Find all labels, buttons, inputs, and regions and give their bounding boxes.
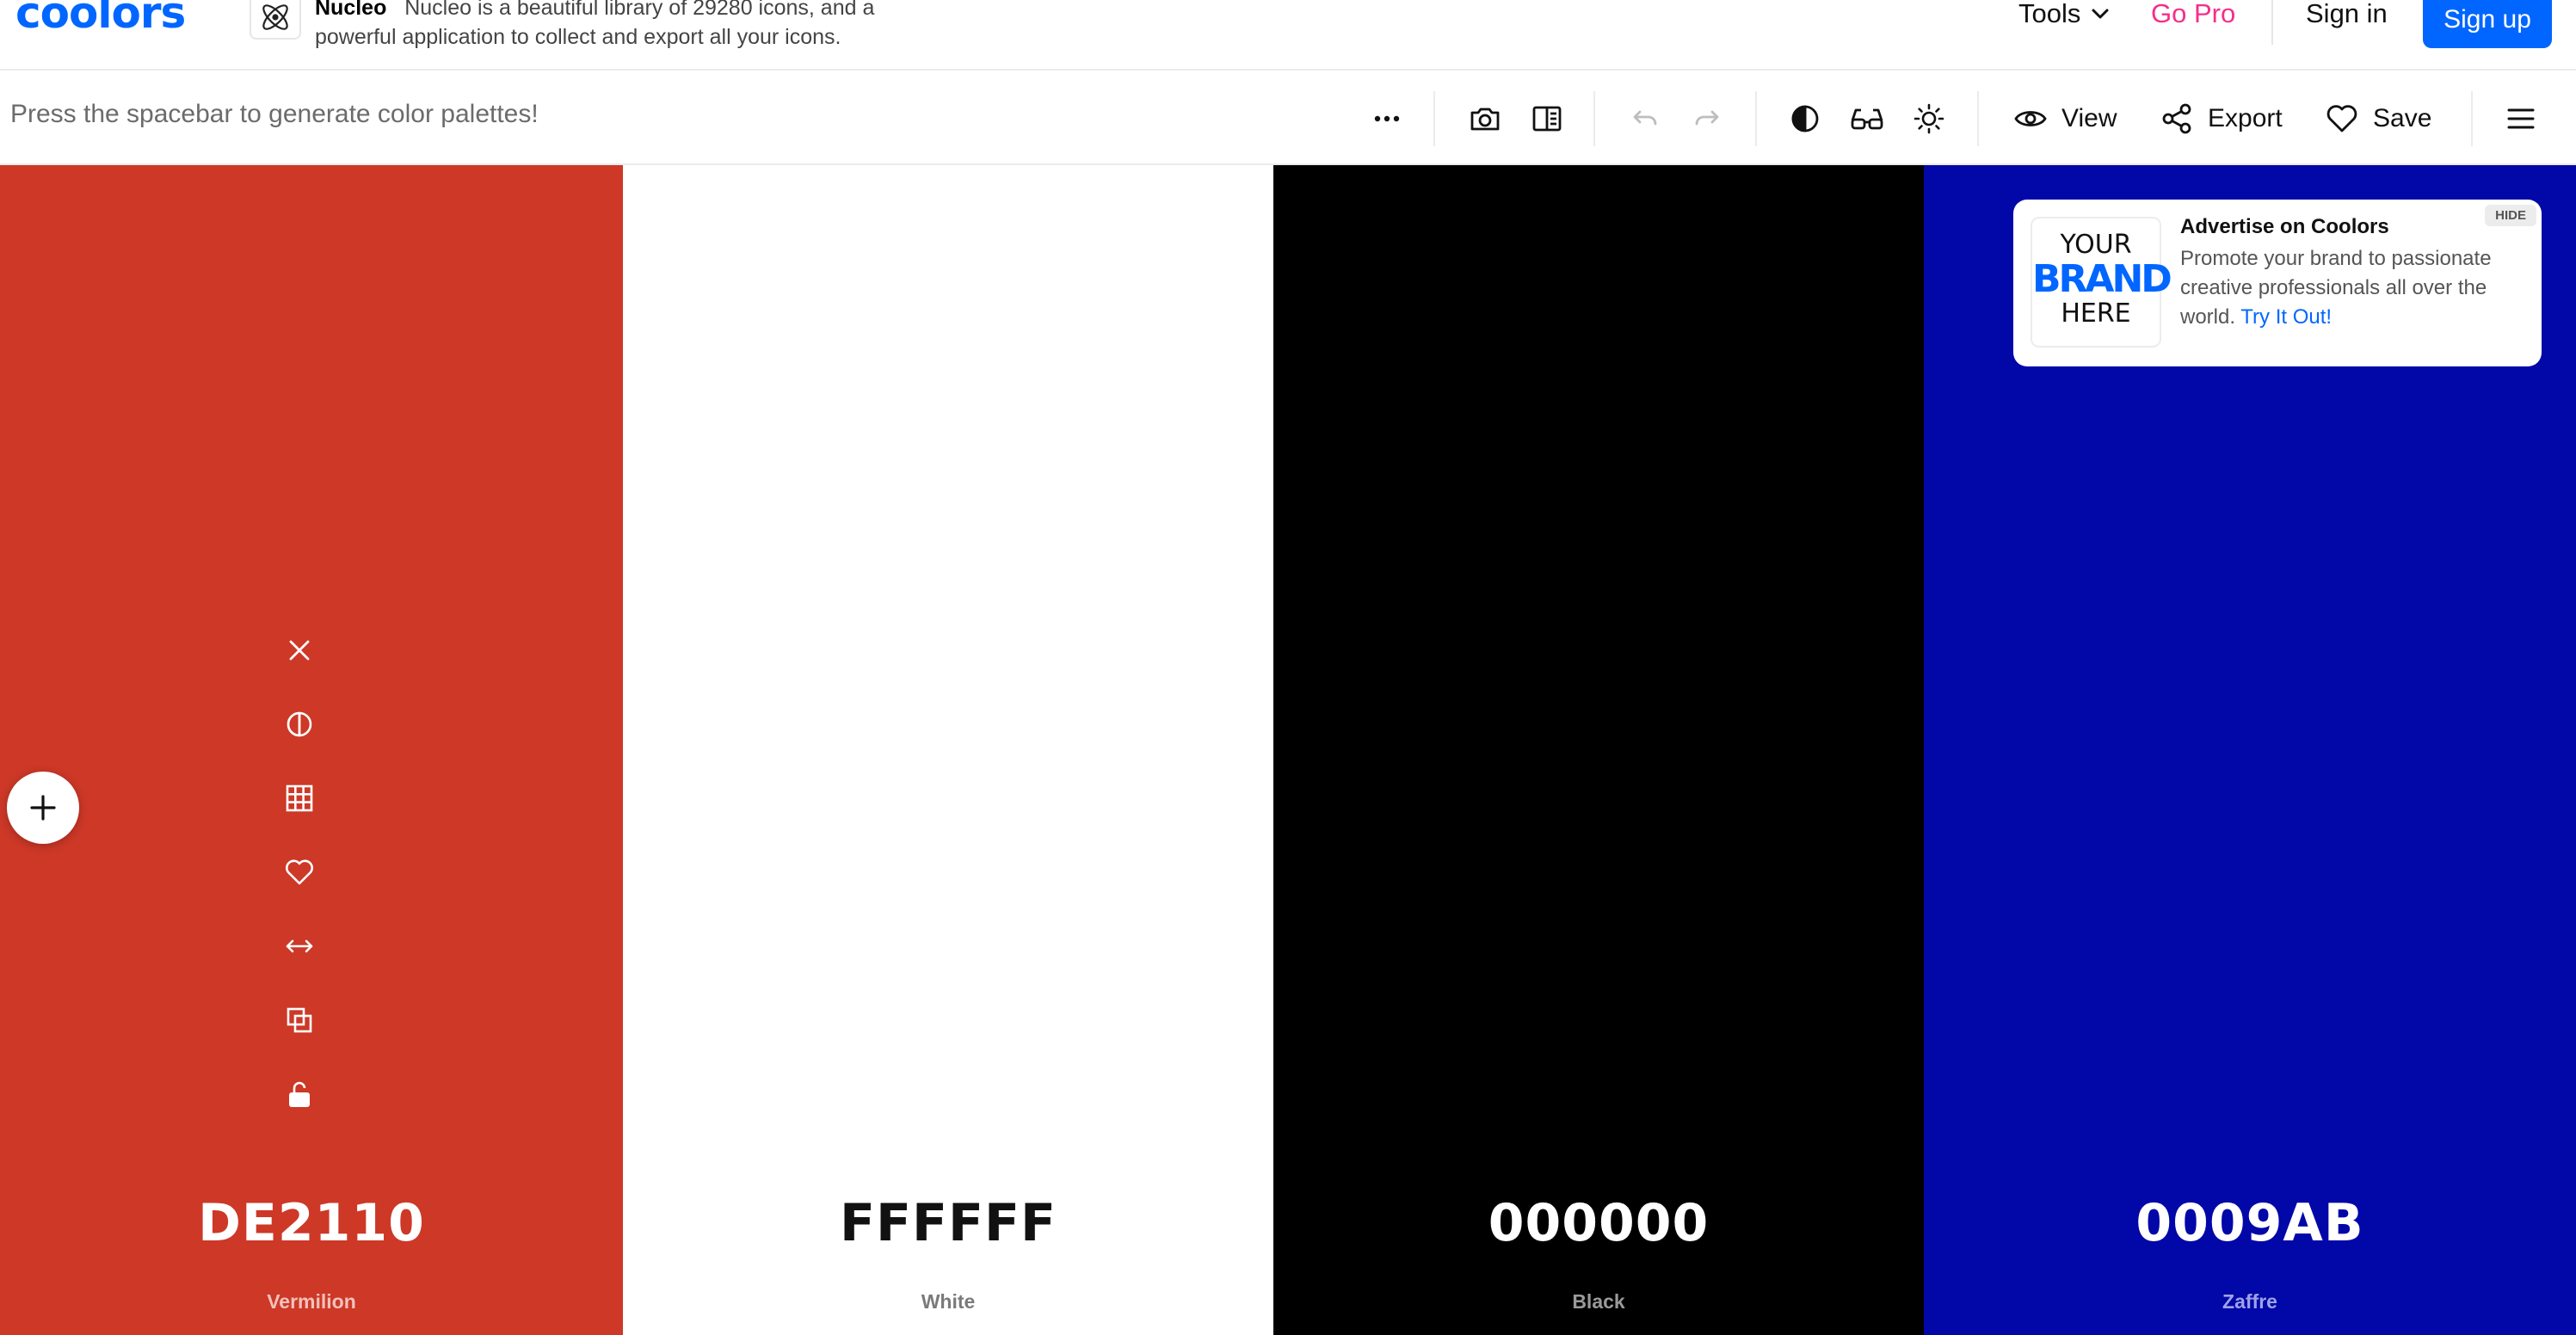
color-name[interactable]: White (623, 1290, 1273, 1313)
view-label: View (2061, 104, 2117, 132)
sign-up-button[interactable]: Sign up (2423, 0, 2552, 48)
your-brand-here-logo: YOUR BRAND HERE (2031, 217, 2172, 348)
toolbar-divider (1433, 91, 1435, 146)
sponsor-text[interactable]: Nucleo Nucleo is a beautiful library of … (315, 0, 934, 52)
hide-ad-button[interactable]: HIDE (2485, 205, 2536, 226)
ad-body: Promote your brand to passionate creativ… (2180, 244, 2524, 332)
toolbar-divider (1755, 91, 1757, 146)
color-swatch-2[interactable]: FFFFFF White (623, 165, 1273, 1335)
toolbar-divider (1977, 91, 1979, 146)
undo-icon[interactable] (1624, 98, 1666, 139)
sun-icon[interactable] (1908, 98, 1950, 139)
view-button[interactable]: View (2013, 96, 2117, 141)
hamburger-menu-icon[interactable] (2500, 98, 2542, 139)
sponsor-line-2: powerful application to collect and expo… (315, 25, 841, 49)
toolbar: Press the spacebar to generate color pal… (0, 72, 2576, 165)
top-nav: coolors Nucleo Nucleo is a beautiful lib… (0, 0, 2576, 71)
chevron-down-icon (2092, 9, 2109, 19)
toolbar-divider (2471, 91, 2473, 146)
color-name[interactable]: Black (1273, 1290, 1924, 1313)
eye-icon (2014, 111, 2047, 126)
tools-label: Tools (2018, 0, 2081, 28)
go-pro-link[interactable]: Go Pro (2151, 0, 2235, 29)
add-color-button[interactable] (7, 772, 79, 844)
remove-color-icon[interactable] (279, 630, 320, 671)
tools-menu[interactable]: Tools (2018, 0, 2111, 29)
brand-logo-line-1: YOUR (2060, 230, 2132, 260)
grid-icon[interactable] (279, 778, 320, 819)
advertise-card[interactable]: YOUR BRAND HERE Advertise on Coolors Pro… (2013, 200, 2542, 366)
color-swatch-3[interactable]: 000000 Black (1273, 165, 1924, 1335)
unlock-icon[interactable] (279, 1074, 320, 1115)
brand-logo-line-3: HERE (2061, 298, 2131, 329)
redo-icon[interactable] (1686, 98, 1728, 139)
drag-arrows-icon[interactable] (279, 926, 320, 967)
hex-code[interactable]: 000000 (1273, 1193, 1924, 1253)
nav-divider (2271, 0, 2273, 45)
heart-icon (2326, 105, 2357, 132)
hex-code[interactable]: FFFFFF (623, 1193, 1273, 1253)
spacebar-hint: Press the spacebar to generate color pal… (10, 100, 539, 128)
ad-body-text: Promote your brand to passionate creativ… (2180, 247, 2492, 329)
camera-icon[interactable] (1464, 98, 1506, 139)
glasses-icon[interactable] (1846, 98, 1888, 139)
save-label: Save (2373, 104, 2432, 132)
try-it-out-link[interactable]: Try It Out! (2240, 305, 2332, 329)
contrast-icon[interactable] (1784, 98, 1826, 139)
shades-icon[interactable] (279, 704, 320, 745)
color-name[interactable]: Vermilion (0, 1290, 623, 1313)
sign-in-link[interactable]: Sign in (2306, 0, 2388, 29)
export-label: Export (2208, 104, 2283, 132)
favorite-heart-icon[interactable] (279, 852, 320, 893)
sponsor-title: Nucleo (315, 0, 387, 20)
more-options-icon[interactable] (1366, 98, 1408, 139)
share-icon (2162, 103, 2191, 134)
quick-view-icon[interactable] (1526, 98, 1568, 139)
copy-icon[interactable] (279, 1000, 320, 1041)
sponsor-line-1: Nucleo is a beautiful library of 29280 i… (404, 0, 875, 20)
toolbar-divider (1593, 91, 1595, 146)
color-swatch-1[interactable]: DE2110 Vermilion (0, 165, 623, 1335)
export-button[interactable]: Export (2160, 96, 2283, 141)
nucleo-atom-icon[interactable] (250, 0, 301, 40)
color-name[interactable]: Zaffre (1924, 1290, 2576, 1313)
save-button[interactable]: Save (2325, 96, 2431, 141)
hex-code[interactable]: 0009AB (1924, 1193, 2576, 1253)
plus-icon (30, 795, 56, 821)
coolors-logo[interactable]: coolors (15, 0, 186, 38)
ad-title: Advertise on Coolors (2180, 215, 2389, 238)
brand-logo-line-2: BRAND (2032, 257, 2172, 301)
hex-code[interactable]: DE2110 (0, 1193, 623, 1253)
